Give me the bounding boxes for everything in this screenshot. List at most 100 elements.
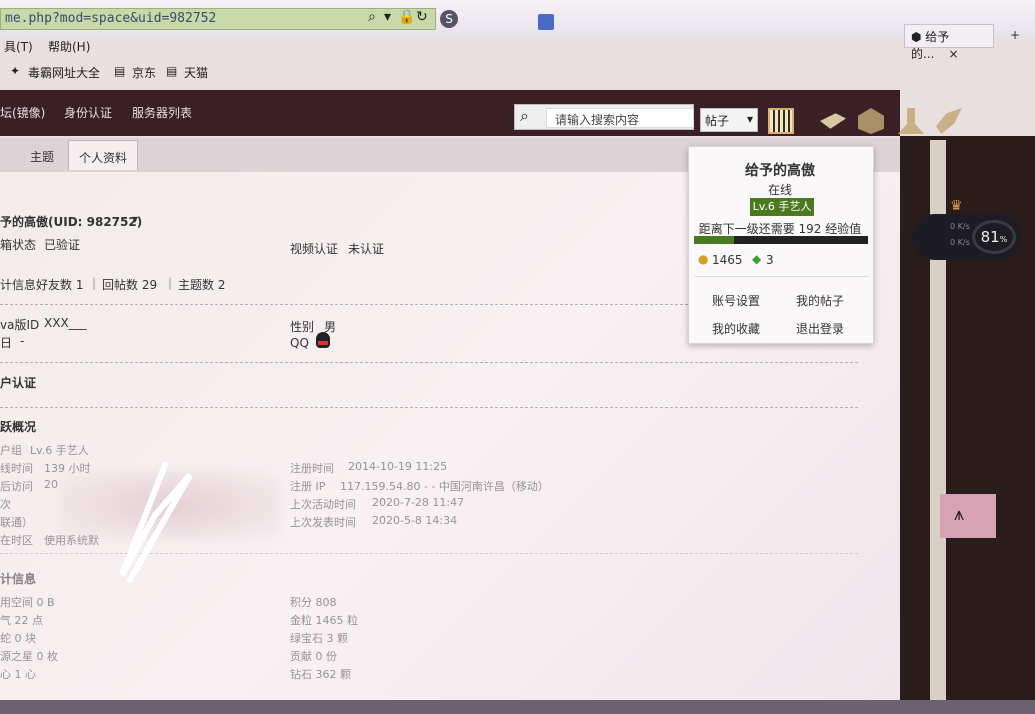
avatar-icon[interactable] bbox=[898, 108, 924, 134]
lock-icon: 🔒 bbox=[398, 9, 416, 25]
last-post-label: 上次发表时间 bbox=[290, 516, 356, 529]
other-label: 次 bbox=[0, 498, 11, 511]
fav-duba[interactable]: 毒霸网址大全 bbox=[28, 64, 100, 81]
chevron-down-icon[interactable]: ▾ bbox=[132, 212, 138, 226]
refresh-icon[interactable]: ↻ bbox=[416, 9, 428, 25]
dropdown-icon[interactable]: ▾ bbox=[384, 9, 391, 25]
gender-label: 性别 bbox=[290, 320, 315, 334]
stat-left: 源之星 0 枚 bbox=[0, 650, 58, 663]
popup-gems: 3 bbox=[766, 253, 774, 267]
fav-icon: ✦ bbox=[10, 64, 21, 78]
nav-identity[interactable]: 身份认证 bbox=[64, 104, 112, 121]
qq-penguin-icon[interactable] bbox=[316, 332, 330, 348]
reg-time-label: 注册时间 bbox=[290, 462, 334, 475]
account-settings-link[interactable]: 账号设置 bbox=[712, 292, 760, 309]
game-id: XXX___ bbox=[44, 316, 87, 330]
profile-name-uid: 予的高傲(UID: 982752) bbox=[0, 215, 143, 229]
nav-mirror[interactable]: 坛(镜像) bbox=[0, 104, 45, 121]
reg-ip: 117.159.54.80 - - 中国河南许昌（移动） bbox=[340, 480, 549, 493]
stat-right: 金粒 1465 粒 bbox=[290, 614, 358, 627]
download-rate: 0 K/s bbox=[950, 238, 970, 247]
search-icon[interactable]: ⌕ bbox=[368, 9, 376, 25]
flag-icon: ⩚ bbox=[954, 504, 965, 525]
group-label: 户组 bbox=[0, 444, 22, 457]
nav-servers[interactable]: 服务器列表 bbox=[132, 104, 192, 121]
fav-page-icon: ▤ bbox=[166, 64, 178, 78]
email-status-label: 箱状态 bbox=[0, 238, 37, 252]
last-visit: 20 bbox=[44, 478, 58, 491]
stat-replies[interactable]: 回帖数 29 bbox=[102, 276, 157, 293]
last-visit-label: 后访问 bbox=[0, 480, 33, 493]
qrcode-icon[interactable] bbox=[768, 108, 794, 134]
search-type-select[interactable]: 帖子 ▾ bbox=[700, 108, 758, 132]
stats-label: 计信息 bbox=[0, 278, 37, 292]
browser-logo-icon[interactable]: S bbox=[440, 10, 458, 28]
taskbar bbox=[0, 700, 1035, 714]
tab-profile[interactable]: 个人资料 bbox=[68, 140, 139, 170]
group-value[interactable]: Lv.6 手艺人 bbox=[30, 442, 89, 458]
stat-right: 贡献 0 份 bbox=[290, 650, 337, 663]
site-favicon-icon[interactable] bbox=[538, 14, 554, 30]
menu-help[interactable]: 帮助(H) bbox=[48, 38, 90, 55]
email-status: 已验证 bbox=[44, 238, 81, 252]
stat-left: 蛇 0 块 bbox=[0, 632, 36, 645]
fav-tmall[interactable]: 天猫 bbox=[184, 64, 208, 81]
percent-value: 81 bbox=[980, 228, 1000, 246]
qq-label: QQ bbox=[290, 336, 309, 350]
popup-status: 在线 bbox=[767, 183, 792, 197]
upload-rate: 0 K/s bbox=[950, 222, 970, 231]
other-label: 联通） bbox=[0, 516, 33, 529]
online-label: 线时间 bbox=[0, 462, 33, 475]
last-active-label: 上次活动时间 bbox=[290, 498, 356, 511]
divider bbox=[0, 407, 858, 408]
search-icon[interactable]: ⌕ bbox=[520, 106, 529, 126]
birthday: - bbox=[20, 334, 25, 348]
stat-left: 用空间 0 B bbox=[0, 596, 55, 609]
stat-left: 气 22 点 bbox=[0, 614, 43, 627]
crown-icon: ♛ bbox=[950, 198, 963, 214]
video-status: 未认证 bbox=[348, 242, 385, 256]
coin-icon: ● bbox=[698, 252, 709, 266]
flag-widget[interactable]: ⩚ bbox=[940, 494, 996, 538]
timezone-label: 在时区 bbox=[0, 534, 33, 547]
reg-ip-label: 注册 IP bbox=[290, 480, 326, 493]
birthday-label: 日 bbox=[0, 336, 13, 350]
stat-right: 绿宝石 3 颗 bbox=[290, 632, 348, 645]
game-id-label: va版ID bbox=[0, 318, 40, 332]
reg-time: 2014-10-19 11:25 bbox=[348, 460, 448, 473]
gem-icon: ◆ bbox=[752, 252, 762, 266]
divider bbox=[0, 362, 858, 363]
redaction-scribble bbox=[119, 462, 193, 583]
tab-threads[interactable]: 主题 bbox=[20, 140, 64, 170]
fav-page-icon: ▤ bbox=[114, 64, 126, 78]
video-label: 视频认证 bbox=[290, 242, 339, 256]
popup-username[interactable]: 给予的高傲 bbox=[688, 160, 872, 180]
stat-threads[interactable]: 主题数 2 bbox=[178, 276, 225, 293]
separator: | bbox=[92, 276, 97, 290]
stat-friends[interactable]: 好友数 1 bbox=[36, 276, 83, 293]
menu-tools[interactable]: 具(T) bbox=[4, 38, 33, 55]
popup-coins: 1465 bbox=[712, 253, 743, 267]
settings-icon[interactable] bbox=[936, 108, 962, 134]
user-verify-heading: 户认证 bbox=[0, 376, 37, 390]
logout-link[interactable]: 退出登录 bbox=[796, 320, 844, 337]
last-post: 2020-5-8 14:34 bbox=[372, 514, 458, 527]
memory-percent[interactable]: 81% bbox=[972, 220, 1016, 254]
level-badge: Lv.6 手艺人 bbox=[750, 198, 814, 216]
stats2-heading: 计信息 bbox=[0, 572, 37, 586]
fav-jd[interactable]: 京东 bbox=[132, 64, 156, 81]
separator: | bbox=[168, 276, 173, 290]
chevron-down-icon: ▾ bbox=[746, 112, 753, 126]
my-favorites-link[interactable]: 我的收藏 bbox=[712, 320, 760, 337]
stat-right: 积分 808 bbox=[290, 596, 337, 609]
my-posts-link[interactable]: 我的帖子 bbox=[796, 292, 844, 309]
menu-bar: 具(T) 帮助(H) bbox=[0, 38, 1035, 58]
last-active: 2020-7-28 11:47 bbox=[372, 496, 465, 509]
activity-heading: 跃概况 bbox=[0, 420, 37, 434]
exp-progress-fill bbox=[694, 236, 735, 244]
search-type-value: 帖子 bbox=[705, 114, 730, 128]
favorites-bar: ✦ 毒霸网址大全 ▤ 京东 ▤ 天猫 bbox=[0, 60, 1035, 84]
search-input[interactable]: 请输入搜索内容 bbox=[546, 108, 694, 128]
stat-right: 钻石 362 颗 bbox=[290, 668, 351, 681]
popup-divider bbox=[694, 276, 868, 277]
